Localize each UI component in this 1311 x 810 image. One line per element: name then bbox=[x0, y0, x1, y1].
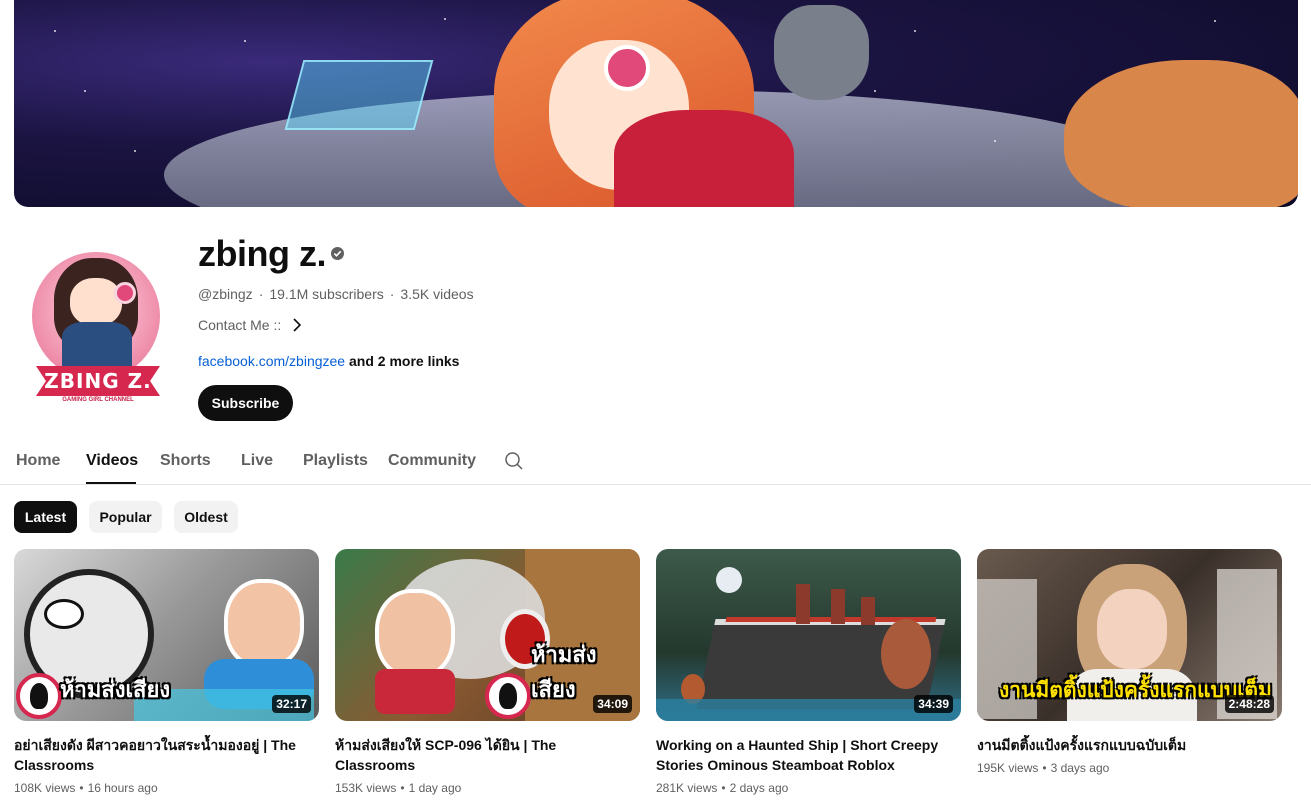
channel-handle: @zbingz bbox=[198, 286, 253, 302]
more-links[interactable]: and 2 more links bbox=[349, 353, 459, 369]
view-count: 108K views bbox=[14, 781, 76, 795]
view-count: 195K views bbox=[977, 761, 1039, 775]
tab-shorts[interactable]: Shorts bbox=[160, 452, 211, 470]
channel-logo-badge bbox=[16, 673, 62, 719]
video-card: ห้ามส่งเสียง 32:17 อย่าเสียงดัง ผีสาวคอย… bbox=[14, 549, 319, 797]
chip-oldest[interactable]: Oldest bbox=[174, 501, 238, 533]
channel-name: zbing z. bbox=[198, 233, 326, 274]
video-meta: 153K views • 1 day ago bbox=[335, 781, 462, 795]
tab-videos[interactable]: Videos bbox=[86, 452, 138, 470]
channel-description-link[interactable]: Contact Me :: bbox=[198, 316, 303, 334]
video-thumbnail[interactable]: 34:39 bbox=[656, 549, 961, 721]
tab-home[interactable]: Home bbox=[16, 452, 60, 470]
subscriber-count: 19.1M subscribers bbox=[269, 286, 384, 302]
view-count: 153K views bbox=[335, 781, 397, 795]
search-icon[interactable] bbox=[504, 451, 524, 471]
video-title[interactable]: งานมีตติ้งแป้งครั้งแรกแบบฉบับเต็ม bbox=[977, 735, 1282, 755]
banner-character-hoodie bbox=[614, 110, 794, 207]
channel-tabs: Home Videos Shorts Live Playlists Commun… bbox=[0, 438, 1311, 485]
upload-age: 3 days ago bbox=[1050, 761, 1110, 775]
facebook-link[interactable]: facebook.com/zbingzee bbox=[198, 353, 345, 369]
channel-logo-badge bbox=[485, 673, 531, 719]
contact-label: Contact Me :: bbox=[198, 317, 282, 333]
banner-hologram bbox=[284, 60, 434, 130]
channel-banner bbox=[14, 0, 1298, 207]
upload-age: 16 hours ago bbox=[87, 781, 158, 795]
channel-meta: @zbingz · 19.1M subscribers · 3.5K videos bbox=[198, 286, 474, 302]
avatar-logo-text: ZBING Z. bbox=[36, 366, 160, 396]
tab-playlists[interactable]: Playlists bbox=[303, 452, 368, 470]
video-card: งานมีตติ้งแป้งครั้งแรกแบบเต็ม 2:48:28 งา… bbox=[977, 549, 1282, 777]
chip-latest[interactable]: Latest bbox=[14, 501, 77, 533]
subscribe-button[interactable]: Subscribe bbox=[198, 385, 293, 421]
upload-age: 1 day ago bbox=[408, 781, 462, 795]
video-thumbnail[interactable]: ห้ามส่งเสียง 32:17 bbox=[14, 549, 319, 721]
channel-links: facebook.com/zbingzee and 2 more links bbox=[198, 352, 459, 370]
banner-headphone bbox=[604, 45, 650, 91]
thumbnail-caption: ห้ามส่งเสียง bbox=[60, 678, 171, 703]
video-duration: 34:39 bbox=[914, 695, 953, 713]
video-title[interactable]: อย่าเสียงดัง ผีสาวคอยาวในสระน้ำมองอยู่ |… bbox=[14, 735, 319, 775]
video-meta: 281K views • 2 days ago bbox=[656, 781, 789, 795]
chevron-right-icon bbox=[293, 318, 302, 332]
video-meta: 195K views • 3 days ago bbox=[977, 761, 1110, 775]
active-tab-indicator bbox=[86, 482, 136, 484]
view-count: 281K views bbox=[656, 781, 718, 795]
video-count: 3.5K videos bbox=[400, 286, 474, 302]
video-card: ห้ามส่งเสียง 34:09 ห้ามส่งเสียงให้ SCP-0… bbox=[335, 549, 640, 797]
upload-age: 2 days ago bbox=[729, 781, 789, 795]
channel-avatar[interactable] bbox=[32, 252, 160, 380]
avatar-logo-subtext: GAMING GIRL CHANNEL bbox=[62, 397, 134, 403]
video-card: 34:39 Working on a Haunted Ship | Short … bbox=[656, 549, 961, 797]
tab-community[interactable]: Community bbox=[388, 452, 476, 470]
banner-cat bbox=[774, 5, 869, 100]
video-duration: 32:17 bbox=[272, 695, 311, 713]
video-title[interactable]: Working on a Haunted Ship | Short Creepy… bbox=[656, 735, 961, 775]
video-title[interactable]: ห้ามส่งเสียงให้ SCP-096 ได้ยิน | The Cla… bbox=[335, 735, 640, 775]
video-duration: 34:09 bbox=[593, 695, 632, 713]
chip-popular[interactable]: Popular bbox=[89, 501, 162, 533]
video-thumbnail[interactable]: งานมีตติ้งแป้งครั้งแรกแบบเต็ม 2:48:28 bbox=[977, 549, 1282, 721]
banner-dog bbox=[1064, 60, 1298, 207]
video-duration: 2:48:28 bbox=[1224, 695, 1274, 713]
tab-live[interactable]: Live bbox=[241, 452, 273, 470]
video-thumbnail[interactable]: ห้ามส่งเสียง 34:09 bbox=[335, 549, 640, 721]
verified-check-icon bbox=[331, 247, 344, 260]
video-meta: 108K views • 16 hours ago bbox=[14, 781, 158, 795]
